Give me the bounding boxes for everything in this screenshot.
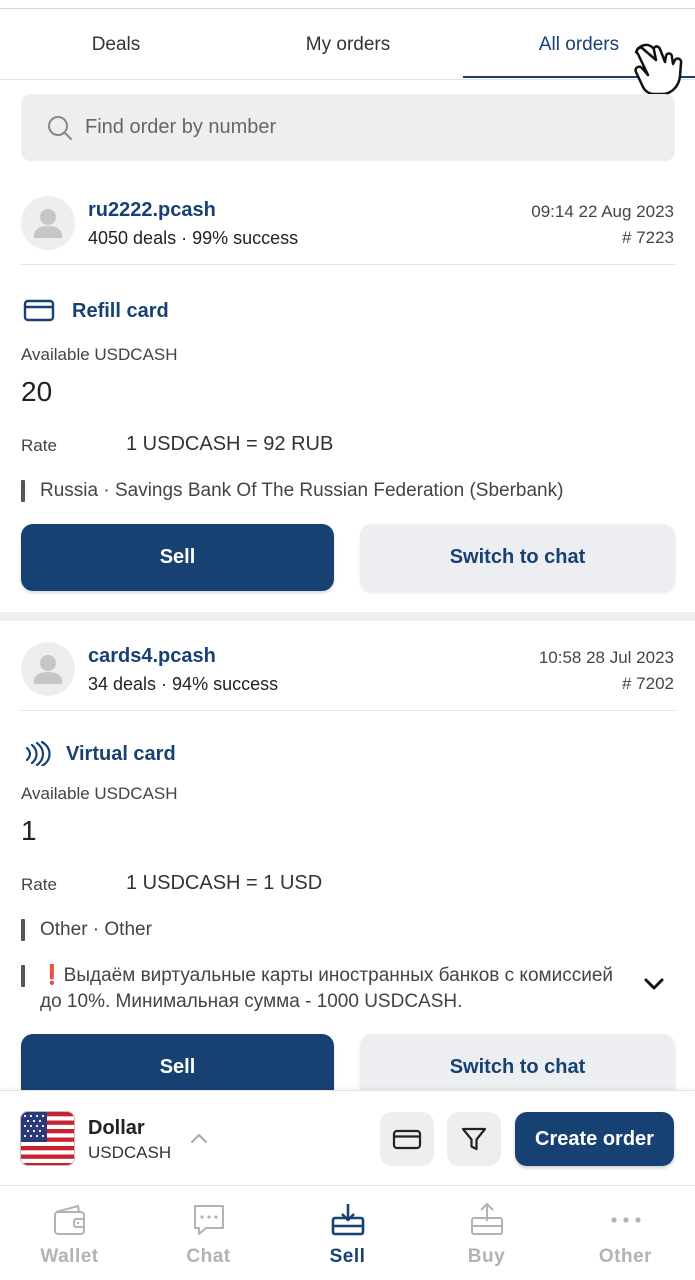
- sell-button[interactable]: Sell: [21, 524, 334, 591]
- card-separator: [0, 612, 695, 621]
- bank-name: Other · Other: [40, 919, 152, 940]
- card-icon: [23, 299, 55, 322]
- wallet-icon: [54, 1204, 85, 1235]
- create-order-button[interactable]: Create order: [515, 1112, 674, 1166]
- us-flag-icon[interactable]: [20, 1111, 75, 1166]
- order-datetime: 10:58 28 Jul 2023: [538, 648, 674, 667]
- nav-sell[interactable]: Sell: [278, 1186, 417, 1280]
- exclamation-icon: ❗: [40, 965, 64, 986]
- available-label: Available USDCASH: [21, 345, 178, 364]
- bank-marker: [21, 480, 25, 502]
- more-icon: [611, 1217, 641, 1223]
- tab-my-orders[interactable]: My orders: [232, 10, 464, 80]
- chat-icon: [194, 1205, 224, 1235]
- divider: [21, 264, 675, 265]
- available-value: 1: [21, 815, 37, 846]
- nav-wallet[interactable]: Wallet: [0, 1186, 139, 1280]
- currency-name[interactable]: Dollar: [88, 1117, 145, 1140]
- order-type-label: Refill card: [72, 300, 169, 322]
- search-input[interactable]: Find order by number: [85, 94, 276, 161]
- user-icon: [34, 209, 62, 238]
- nav-buy[interactable]: Buy: [417, 1186, 556, 1280]
- order-type-label: Virtual card: [66, 743, 176, 765]
- currency-action-bar: Dollar USDCASH Create order: [0, 1090, 695, 1185]
- status-bar-divider: [0, 0, 695, 9]
- rate-label: Rate: [21, 875, 57, 894]
- nav-label: Sell: [329, 1246, 366, 1267]
- chevron-down-icon[interactable]: [641, 975, 667, 993]
- order-note-text: Выдаём виртуальные карты иностранных бан…: [40, 965, 613, 1012]
- rate-value: 1 USDCASH = 92 RUB: [126, 433, 334, 455]
- username[interactable]: cards4.pcash: [88, 645, 216, 668]
- search-box[interactable]: Find order by number: [21, 94, 675, 161]
- nav-label: Other: [598, 1246, 653, 1267]
- tab-deals[interactable]: Deals: [0, 10, 232, 80]
- user-stats: 34 deals · 94% success: [88, 674, 279, 694]
- order-number: # 7202: [622, 674, 674, 693]
- order-number: # 7223: [622, 228, 674, 247]
- divider: [21, 710, 675, 711]
- pointer-hand-icon: [634, 43, 683, 96]
- payment-method-button[interactable]: [380, 1112, 434, 1166]
- sell-icon: [331, 1204, 365, 1236]
- bank-name: Russia · Savings Bank Of The Russian Fed…: [40, 480, 564, 501]
- user-icon: [34, 655, 62, 684]
- filter-button[interactable]: [447, 1112, 501, 1166]
- available-label: Available USDCASH: [21, 784, 178, 803]
- chevron-up-icon[interactable]: [189, 1131, 209, 1145]
- user-stats: 4050 deals · 99% success: [88, 228, 299, 248]
- nfc-icon: [25, 740, 51, 766]
- avatar[interactable]: [21, 642, 75, 696]
- switch-to-chat-button[interactable]: Switch to chat: [360, 524, 675, 591]
- note-marker: [21, 965, 25, 987]
- filter-icon: [461, 1127, 487, 1151]
- rate-value: 1 USDCASH = 1 USD: [126, 872, 323, 894]
- nav-label: Chat: [186, 1246, 231, 1267]
- card-icon: [392, 1129, 422, 1150]
- nav-other[interactable]: Other: [556, 1186, 695, 1280]
- currency-code: USDCASH: [88, 1143, 172, 1162]
- tab-bar: Deals My orders All orders: [0, 10, 695, 80]
- bottom-navigation: Wallet Chat Sell Buy Other: [0, 1185, 695, 1280]
- username[interactable]: ru2222.pcash: [88, 199, 216, 222]
- order-note: ❗Выдаём виртуальные карты иностранных ба…: [40, 963, 630, 1015]
- search-icon: [48, 116, 72, 140]
- avatar[interactable]: [21, 196, 75, 250]
- buy-icon: [471, 1203, 503, 1235]
- bank-marker: [21, 919, 25, 941]
- nav-chat[interactable]: Chat: [139, 1186, 278, 1280]
- nav-label: Wallet: [40, 1246, 99, 1267]
- available-value: 20: [21, 376, 53, 407]
- rate-label: Rate: [21, 436, 57, 455]
- order-datetime: 09:14 22 Aug 2023: [531, 202, 674, 221]
- nav-label: Buy: [467, 1246, 506, 1267]
